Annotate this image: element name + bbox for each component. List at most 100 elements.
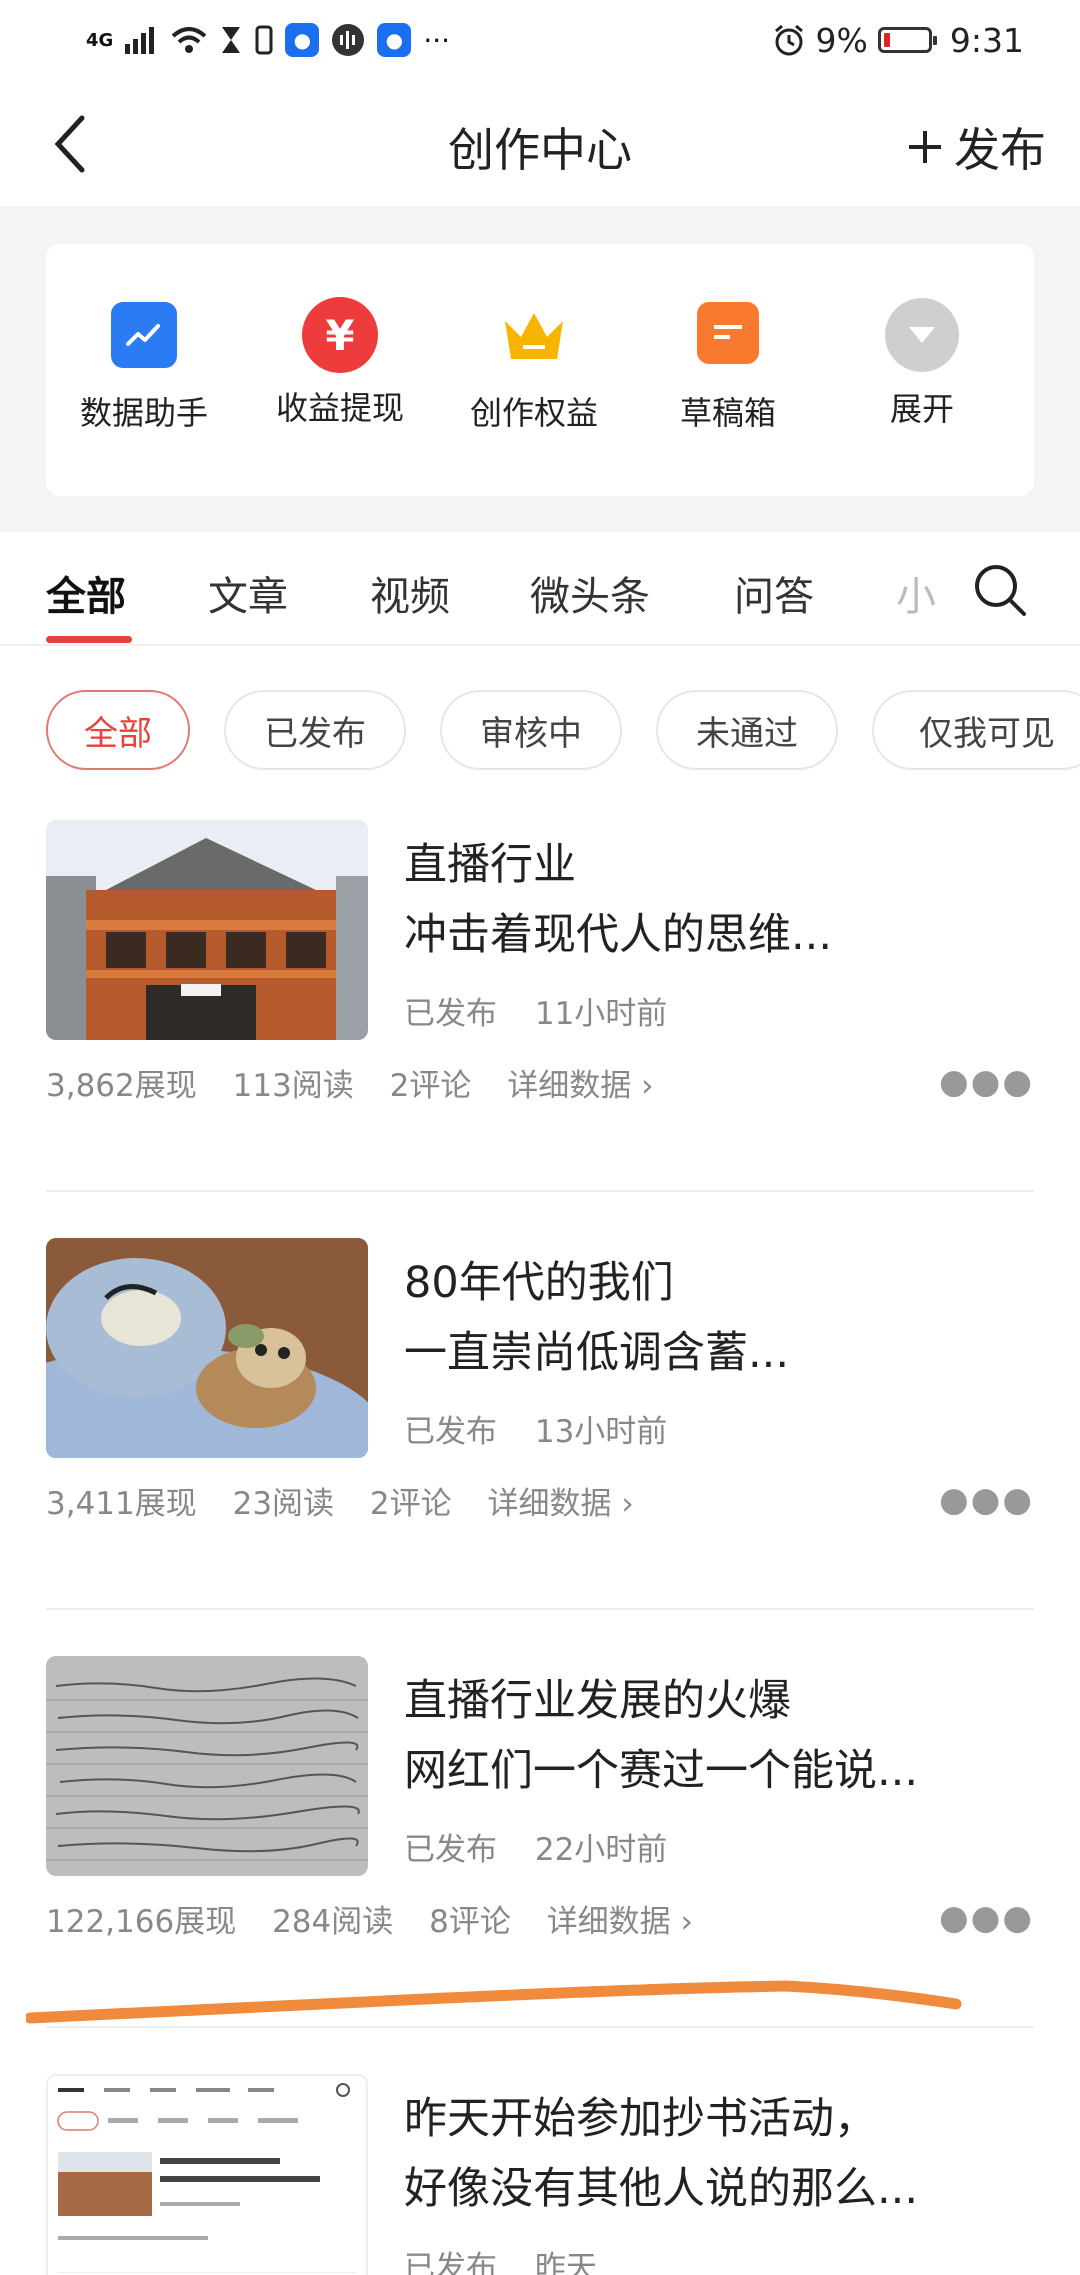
filter-private[interactable]: 仅我可见 [872,690,1080,770]
article-metrics: 3,411展现 23阅读 2评论 详细数据 › [46,1478,660,1523]
tool-label: 收益提现 [275,389,404,427]
title-line: 一直崇尚低调含蓄... [404,1328,790,1378]
reads: 284阅读 [272,1904,394,1940]
publish-status: 已发布 [404,1414,497,1450]
publish-time: 11小时前 [534,996,668,1032]
plus-icon [909,131,941,163]
status-right: 9% 9:31 [772,18,1024,62]
title-line: 80年代的我们 [404,1258,674,1308]
article-status-row: 已发布 11小时前 [404,988,695,1033]
filter-under-review[interactable]: 审核中 [440,690,622,770]
details-link[interactable]: 详细数据 › [547,1904,693,1940]
tab-articles[interactable]: 文章 [208,564,288,622]
yuan-icon: ¥ [302,297,378,373]
app-notification-icon: ● [377,23,412,57]
article-metrics: 3,862展现 113阅读 2评论 详细数据 › [46,1060,680,1105]
reads: 23阅读 [232,1486,335,1522]
article-item[interactable]: 80年代的我们 一直崇尚低调含蓄... 已发布 13小时前 3,411展现 23… [46,1238,1034,1538]
divider [46,1190,1034,1192]
article-thumbnail [46,1656,368,1876]
tab-more-truncated[interactable]: 小 [896,564,936,622]
tool-label: 草稿箱 [679,394,776,432]
impressions: 3,862展现 [46,1068,197,1104]
title-line: 好像没有其他人说的那么... [404,2164,919,2214]
article-title: 80年代的我们 一直崇尚低调含蓄... [404,1248,1034,1388]
signal-icon [125,27,155,54]
reads: 113阅读 [232,1068,354,1104]
tab-qa[interactable]: 问答 [734,564,814,622]
publish-status: 已发布 [404,996,497,1032]
article-title: 昨天开始参加抄书活动， 好像没有其他人说的那么... [404,2084,1034,2224]
tab-videos[interactable]: 视频 [370,564,450,622]
title-line: 冲击着现代人的思维... [404,910,833,960]
article-thumbnail [46,1238,368,1458]
battery-icon [877,27,937,53]
article-title: 直播行业 冲击着现代人的思维... [404,830,1034,970]
tab-all[interactable]: 全部 [46,564,126,622]
publish-button[interactable]: 发布 [906,114,1046,180]
status-filters: 全部 已发布 审核中 未通过 仅我可见 [0,690,1080,776]
filter-published[interactable]: 已发布 [224,690,406,770]
details-link[interactable]: 详细数据 › [507,1068,653,1104]
app-notification-icon: ● [285,23,320,57]
publish-status: 已发布 [404,1832,497,1868]
filter-rejected[interactable]: 未通过 [656,690,838,770]
article-item[interactable]: 直播行业发展的火爆 网红们一个赛过一个能说... 已发布 22小时前 122,1… [46,1656,1034,1956]
publish-time: 13小时前 [534,1414,668,1450]
more-options-icon[interactable]: ●●● [939,1062,1034,1102]
more-options-icon[interactable]: ●●● [939,1898,1034,1938]
tool-creator-benefits[interactable]: 创作权益 [434,302,634,434]
more-notifications-icon: ··· [423,23,451,57]
publish-label: 发布 [954,123,1046,177]
divider [46,2026,1034,2028]
details-link[interactable]: 详细数据 › [488,1486,634,1522]
tool-expand[interactable]: 展开 [822,298,1022,430]
article-thumbnail [46,820,368,1040]
article-status-row: 已发布 昨天 [404,2242,625,2275]
battery-percent: 9% [815,20,868,60]
tool-drafts[interactable]: 草稿箱 [628,302,828,434]
article-status-row: 已发布 13小时前 [404,1406,695,1451]
publish-status: 已发布 [404,2250,497,2275]
comments: 8评论 [429,1904,511,1940]
status-bar: 4G ● ● ··· 9% 9:31 [0,0,1080,82]
tool-label: 创作权益 [469,394,598,432]
publish-time: 昨天 [534,2250,597,2275]
article-item[interactable]: 昨天开始参加抄书活动， 好像没有其他人说的那么... 已发布 昨天 [46,2074,1034,2275]
article-metrics: 122,166展现 284阅读 8评论 详细数据 › [46,1896,719,1941]
expand-icon [885,298,959,372]
title-line: 直播行业 [404,840,576,890]
voice-icon [332,24,365,56]
tool-earnings-withdraw[interactable]: ¥ 收益提现 [240,297,440,429]
chart-icon [111,302,177,368]
publish-time: 22小时前 [534,1832,668,1868]
top-bar: 创作中心 发布 [0,82,1080,206]
divider [46,1608,1034,1610]
impressions: 3,411展现 [46,1486,197,1522]
draft-icon [697,302,759,364]
filter-all[interactable]: 全部 [46,690,190,770]
search-icon [975,565,1026,616]
wifi-icon [171,27,207,53]
comments: 2评论 [389,1068,472,1104]
article-item[interactable]: 直播行业 冲击着现代人的思维... 已发布 11小时前 3,862展现 113阅… [46,820,1034,1120]
network-label: 4G [86,29,114,51]
category-tabs: 全部 文章 视频 微头条 问答 小 [0,532,1080,646]
tool-label: 展开 [889,390,954,428]
more-options-icon[interactable]: ●●● [939,1480,1034,1520]
comments: 2评论 [369,1486,452,1522]
crown-icon [501,302,567,368]
tool-data-assistant[interactable]: 数据助手 [44,302,244,434]
tab-micro-posts[interactable]: 微头条 [530,564,650,622]
status-left: 4G ● ● ··· [86,18,450,62]
article-thumbnail [46,2074,368,2275]
phone-icon [255,25,273,55]
alarm-icon [774,24,803,56]
search-button[interactable] [972,562,1028,622]
article-status-row: 已发布 22小时前 [404,1824,695,1869]
title-line: 昨天开始参加抄书活动， [404,2094,877,2144]
tools-card: 数据助手 ¥ 收益提现 创作权益 草稿箱 展开 [46,244,1034,496]
article-title: 直播行业发展的火爆 网红们一个赛过一个能说... [404,1666,1034,1806]
tool-label: 数据助手 [79,394,208,432]
hourglass-icon [222,27,241,53]
